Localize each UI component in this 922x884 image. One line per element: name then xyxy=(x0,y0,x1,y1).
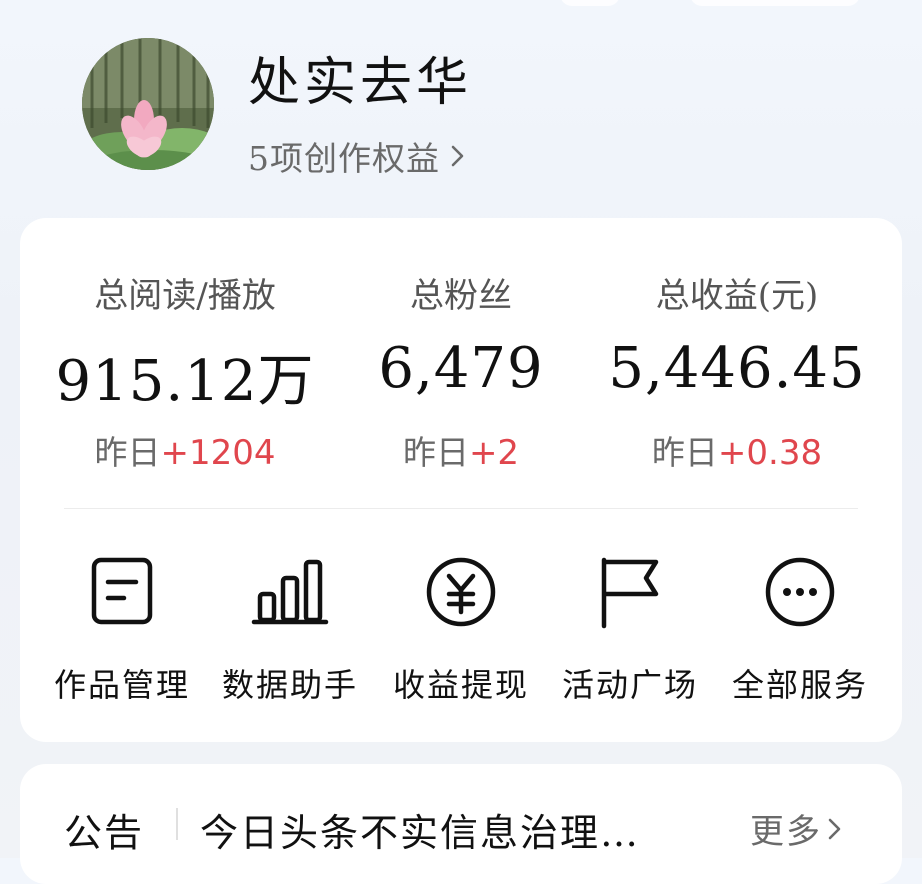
stat-delta-value: +1204 xyxy=(160,433,276,473)
document-icon xyxy=(91,557,153,625)
bar-chart-icon xyxy=(251,559,329,625)
more-icon xyxy=(765,557,835,627)
stat-delta-label: 昨日 xyxy=(651,433,718,472)
divider xyxy=(64,508,858,509)
tool-activity-square[interactable]: 活动广场 xyxy=(542,554,718,706)
stat-delta-label: 昨日 xyxy=(402,433,469,472)
tool-data-assistant[interactable]: 数据助手 xyxy=(202,554,378,706)
stat-value: 915.12万 xyxy=(55,349,315,414)
stat-delta-label: 昨日 xyxy=(94,433,161,472)
stat-label: 总阅读/播放 xyxy=(94,276,276,316)
tool-label: 作品管理 xyxy=(53,666,190,704)
tool-all-services[interactable]: 全部服务 xyxy=(712,554,888,706)
more-label: 更多 xyxy=(750,812,822,852)
stat-value: 6,479 xyxy=(378,336,544,401)
stat-delta: 昨日+1204 xyxy=(38,426,332,474)
chevron-right-icon xyxy=(828,818,841,839)
tool-label: 活动广场 xyxy=(561,666,698,704)
status-shape xyxy=(690,0,860,6)
creator-rights-link[interactable]: 5项创作权益 xyxy=(248,132,468,180)
yuan-coin-icon xyxy=(426,557,496,627)
stat-delta-value: +0.38 xyxy=(717,433,823,473)
creator-rights-label: 5项创作权益 xyxy=(248,139,440,178)
stat-delta: 昨日+2 xyxy=(314,426,608,474)
chevron-right-icon xyxy=(451,145,464,167)
announcement-card: 公告 今日头条不实信息治理… 更多 xyxy=(20,764,902,884)
divider xyxy=(176,808,178,840)
avatar-lotus-image xyxy=(82,38,214,170)
status-shape xyxy=(560,0,620,6)
announcement-text[interactable]: 今日头条不实信息治理… xyxy=(200,802,720,857)
announcement-tag: 公告 xyxy=(64,811,145,855)
flag-icon xyxy=(601,557,659,629)
avatar[interactable] xyxy=(82,38,214,170)
announcement-more-link[interactable]: 更多 xyxy=(750,804,844,853)
tool-earnings-withdraw[interactable]: 收益提现 xyxy=(373,554,549,706)
profile-name: 处实去华 xyxy=(248,53,473,113)
tool-label: 全部服务 xyxy=(731,666,868,704)
tool-works-management[interactable]: 作品管理 xyxy=(34,554,210,706)
stat-label: 总粉丝 xyxy=(410,276,512,316)
stats-card: 总阅读/播放 915.12万 昨日+1204 总粉丝 6,479 昨日+2 总收… xyxy=(20,218,902,742)
stat-value: 5,446.45 xyxy=(608,336,866,401)
stat-label: 总收益(元) xyxy=(655,276,819,316)
stat-delta: 昨日+0.38 xyxy=(590,426,884,474)
tool-label: 数据助手 xyxy=(221,666,358,704)
tool-label: 收益提现 xyxy=(392,666,529,704)
stat-delta-value: +2 xyxy=(468,433,520,473)
